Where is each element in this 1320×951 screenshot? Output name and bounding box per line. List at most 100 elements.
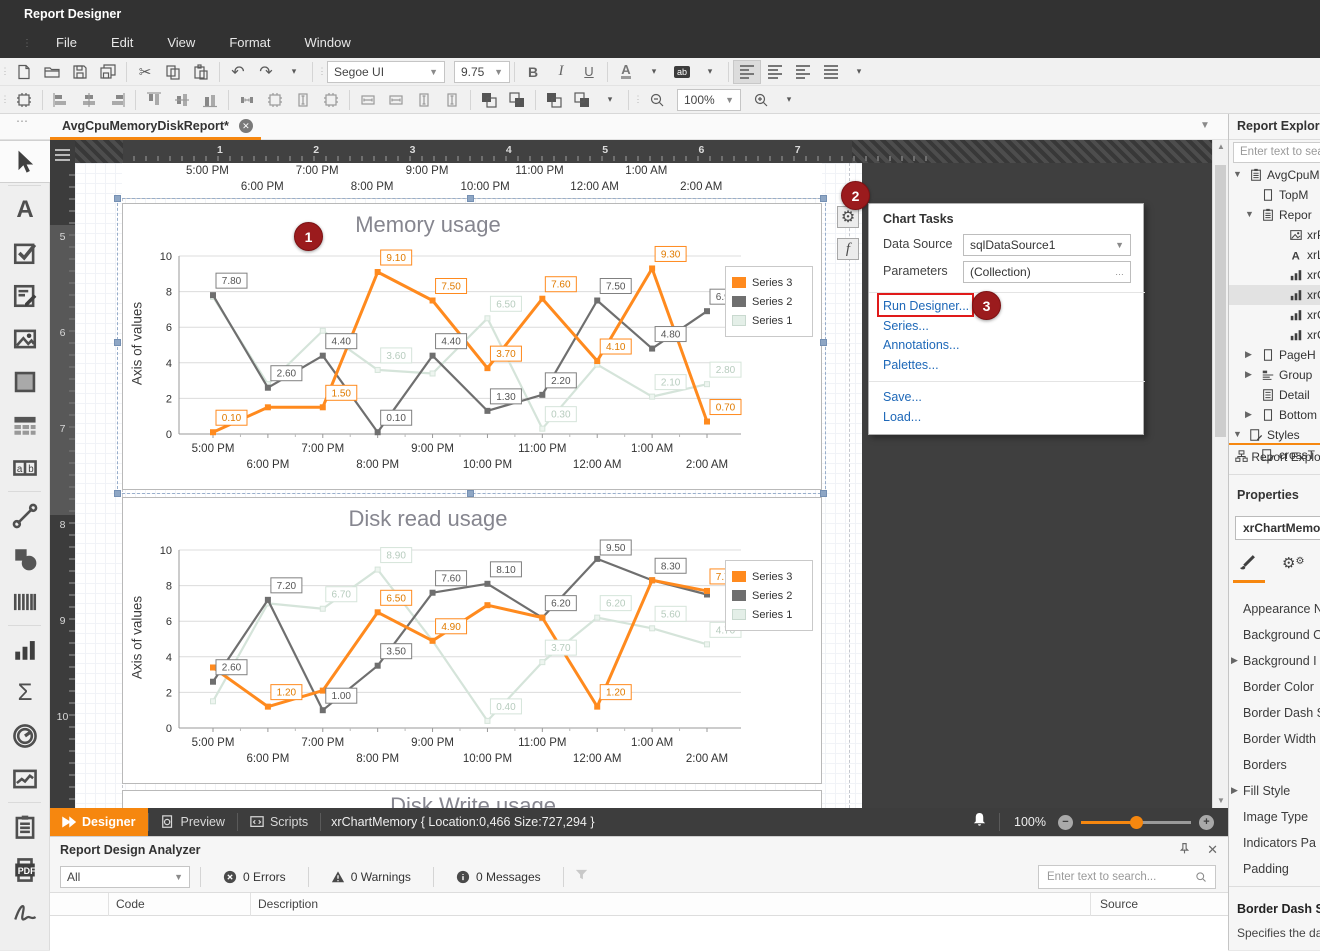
zoom-dropdown-icon[interactable]: ▾ [775, 88, 803, 112]
zoom-level-dropdown[interactable]: 100%▼ [677, 89, 741, 111]
align-rights-button[interactable] [103, 88, 131, 112]
scrollbar-thumb[interactable] [1215, 165, 1226, 437]
tree-item-bottom[interactable]: ▶Bottom [1229, 405, 1320, 425]
zoom-slider-thumb[interactable] [1130, 816, 1143, 829]
disk-write-usage-chart[interactable]: Disk Write usage [122, 790, 822, 808]
menu-view[interactable]: View [150, 35, 212, 50]
snap-to-grid-button[interactable] [10, 88, 38, 112]
property-row-fill-style[interactable]: ▶Fill Style [1229, 784, 1320, 810]
tool-table[interactable] [0, 403, 50, 446]
chevron-down-icon[interactable]: ▼ [1245, 209, 1254, 219]
tool-line[interactable] [0, 494, 50, 537]
zoom-out-button[interactable]: − [1058, 815, 1073, 830]
make-same-height-button[interactable] [410, 88, 438, 112]
pin-icon[interactable] [1178, 842, 1191, 860]
scroll-down-icon[interactable]: ▼ [1213, 794, 1229, 808]
increase-vertical-spacing-button[interactable] [289, 88, 317, 112]
zoom-slider[interactable] [1081, 821, 1191, 824]
tree-item-repor[interactable]: ▼Repor [1229, 205, 1320, 225]
tree-item-detail[interactable]: Detail [1229, 385, 1320, 405]
align-text-center-button[interactable] [761, 60, 789, 84]
analyzer-filter-dropdown[interactable]: All▼ [60, 866, 190, 888]
band-menu-icon[interactable] [55, 146, 70, 164]
tool-checkbox[interactable] [0, 231, 50, 274]
save-all-button[interactable] [94, 60, 122, 84]
property-row-background-i[interactable]: ▶Background I [1229, 654, 1320, 680]
chart-tasks-link-palettes[interactable]: Palettes... [883, 358, 939, 372]
tool-character-comb[interactable]: ab [0, 446, 50, 489]
make-same-width-button[interactable] [354, 88, 382, 112]
redo-dropdown-icon[interactable]: ▾ [280, 60, 308, 84]
tree-item-xrl[interactable]: AxrL [1229, 245, 1320, 265]
behavior-gears-tab[interactable]: ⚙⚙ [1282, 554, 1304, 575]
align-text-left-button[interactable] [733, 60, 761, 84]
warnings-badge[interactable]: 0 Warnings [319, 870, 423, 884]
menu-file[interactable]: File [39, 35, 94, 50]
undo-button[interactable]: ↶ [224, 60, 252, 84]
chevron-right-icon[interactable]: ▶ [1245, 369, 1252, 380]
tree-item-pageh[interactable]: ▶PageH [1229, 345, 1320, 365]
center-horizontally-button[interactable] [475, 88, 503, 112]
chevron-right-icon[interactable]: ▶ [1231, 655, 1238, 666]
tab-preview[interactable]: Preview [149, 808, 237, 836]
parameters-field[interactable]: (Collection)… [963, 261, 1131, 283]
size-options-button[interactable] [438, 88, 466, 112]
selection-handle[interactable] [467, 195, 474, 202]
align-text-justify-button[interactable] [817, 60, 845, 84]
data-source-dropdown[interactable]: sqlDataSource1▼ [963, 234, 1131, 256]
cut-button[interactable]: ✂ [131, 60, 159, 84]
tree-item-styles[interactable]: ▼Styles [1229, 425, 1320, 445]
size-to-grid-button[interactable] [261, 88, 289, 112]
messages-badge[interactable]: 0 Messages [444, 870, 553, 884]
tool-panel[interactable] [0, 360, 50, 403]
selected-object-dropdown[interactable]: xrChartMemo [1235, 516, 1320, 540]
zoom-out-toolbar-button[interactable] [643, 88, 671, 112]
tree-item-topm[interactable]: TopM [1229, 185, 1320, 205]
document-tab[interactable]: AvgCpuMemoryDiskReport* ✕ [50, 114, 261, 140]
chart-tasks-link-annotations[interactable]: Annotations... [883, 338, 959, 352]
font-color-dropdown-icon[interactable]: ▾ [640, 60, 668, 84]
zoom-in-toolbar-button[interactable] [747, 88, 775, 112]
tool-label[interactable]: A [0, 188, 50, 231]
highlight-color-button[interactable]: ab [668, 60, 696, 84]
text-align-dropdown-icon[interactable]: ▾ [845, 60, 873, 84]
highlight-dropdown-icon[interactable]: ▾ [696, 60, 724, 84]
close-icon[interactable]: ✕ [1207, 842, 1218, 860]
tool-barcode[interactable] [0, 580, 50, 623]
underline-button[interactable]: U [575, 60, 603, 84]
open-report-button[interactable] [38, 60, 66, 84]
chart-tasks-link-load[interactable]: Load... [883, 410, 921, 424]
tree-item-xrc[interactable]: xrC [1229, 325, 1320, 345]
tool-pdf-content[interactable]: PDF [0, 848, 50, 891]
vertical-scrollbar[interactable]: ▲ ▼ [1212, 140, 1228, 808]
selection-handle[interactable] [820, 490, 827, 497]
report-explorer-dock-tab[interactable]: Report Explo [1235, 450, 1320, 464]
selection-handle[interactable] [114, 195, 121, 202]
appearance-brush-tab[interactable] [1239, 554, 1256, 575]
tool-signature[interactable] [0, 891, 50, 934]
selection-handle[interactable] [467, 490, 474, 497]
font-name-dropdown[interactable]: Segoe UI▼ [327, 61, 445, 83]
toolbox-overflow-dots[interactable]: ⋯ [16, 114, 29, 128]
notifications-bell-icon[interactable] [972, 812, 987, 832]
align-centers-button[interactable] [75, 88, 103, 112]
chevron-right-icon[interactable]: ▶ [1231, 785, 1238, 796]
tool-picture-box[interactable] [0, 317, 50, 360]
selection-handle[interactable] [114, 339, 121, 346]
size-to-control-button[interactable] [317, 88, 345, 112]
tree-item-xrp[interactable]: xrP [1229, 225, 1320, 245]
explorer-search-input[interactable]: Enter text to sear [1233, 142, 1320, 163]
errors-badge[interactable]: 0 Errors [211, 870, 298, 884]
chevron-down-icon[interactable]: ▼ [1233, 169, 1242, 179]
align-bottoms-button[interactable] [196, 88, 224, 112]
selection-handle[interactable] [820, 195, 827, 202]
font-size-dropdown[interactable]: 9.75▼ [454, 61, 510, 83]
new-report-button[interactable] [10, 60, 38, 84]
bold-button[interactable]: B [519, 60, 547, 84]
redo-button[interactable]: ↷ [252, 60, 280, 84]
align-text-right-button[interactable] [789, 60, 817, 84]
selection-handle[interactable] [820, 339, 827, 346]
menu-window[interactable]: Window [287, 35, 367, 50]
align-middles-button[interactable] [168, 88, 196, 112]
property-row-indicators-pa[interactable]: Indicators Pa [1229, 836, 1320, 862]
